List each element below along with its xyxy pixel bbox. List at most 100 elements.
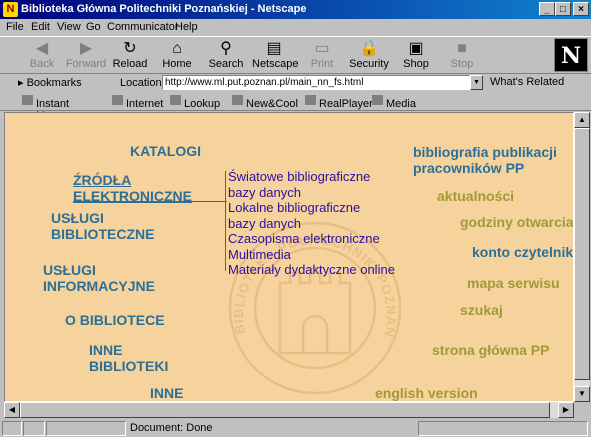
menu-edit[interactable]: Edit	[31, 21, 50, 33]
component-bar	[418, 421, 588, 436]
submenu-link[interactable]: Czasopisma elektroniczne	[228, 231, 395, 247]
menu-communicator[interactable]: Communicator	[107, 21, 179, 33]
stop-label: Stop	[450, 58, 474, 70]
folder-icon	[372, 95, 383, 105]
reload-label: Reload	[112, 58, 148, 70]
menu-view[interactable]: View	[57, 21, 81, 33]
reload-icon: ↻	[123, 40, 137, 57]
shop-label: Shop	[403, 58, 429, 70]
netscape-throbber-icon[interactable]: N	[554, 38, 588, 72]
print-button[interactable]: ▭ Print	[300, 39, 344, 73]
print-label: Print	[310, 58, 334, 70]
lookup-button[interactable]: Lookup	[170, 95, 220, 110]
newcool-label: New&Cool	[246, 98, 298, 110]
title-bar: N Biblioteka Główna Politechniki Poznańs…	[0, 0, 591, 19]
scroll-up-icon[interactable]: ▲	[574, 112, 590, 128]
horizontal-scrollbar[interactable]: ◀ ▶	[4, 402, 574, 418]
submenu-link[interactable]: Światowe bibliograficzne bazy danych	[228, 169, 378, 200]
home-icon: ⌂	[172, 40, 182, 57]
scroll-left-icon[interactable]: ◀	[4, 402, 20, 418]
home-button[interactable]: ⌂ Home	[155, 39, 199, 73]
close-button[interactable]: ×	[573, 2, 589, 16]
back-button[interactable]: ◀ Back	[20, 39, 64, 73]
submenu-link[interactable]: Multimedia	[228, 247, 395, 263]
nav-uslugi-biblioteczne[interactable]: USŁUGI BIBLIOTECZNE	[51, 210, 171, 242]
reload-button[interactable]: ↻ Reload	[108, 39, 152, 73]
realplayer-button[interactable]: RealPlayer	[305, 95, 373, 110]
nav-katalogi[interactable]: KATALOGI	[130, 143, 201, 159]
minimize-button[interactable]: _	[539, 2, 555, 16]
forward-button[interactable]: ▶ Forward	[64, 39, 108, 73]
status-bar: Document: Done	[0, 420, 591, 437]
menu-go[interactable]: Go	[86, 21, 101, 33]
folder-icon	[170, 95, 181, 105]
whats-related-label: What's Related	[490, 76, 565, 88]
nav-konto-czytelnika[interactable]: konto czytelnika	[472, 244, 573, 260]
nav-godziny-otwarcia[interactable]: godziny otwarcia	[460, 214, 573, 230]
menu-bar: File Edit View Go Communicator Help	[0, 19, 591, 36]
instant-message-button[interactable]: Instant Message	[22, 95, 81, 122]
scroll-right-icon[interactable]: ▶	[558, 402, 574, 418]
print-icon: ▭	[314, 40, 330, 57]
security-lock-icon[interactable]	[2, 421, 22, 436]
realplayer-label: RealPlayer	[319, 98, 373, 110]
nav-o-bibliotece[interactable]: O BIBLIOTECE	[65, 312, 165, 328]
nav-szukaj[interactable]: szukaj	[460, 302, 503, 318]
submenu-link[interactable]: Materiały dydaktyczne online	[228, 262, 395, 278]
stop-button[interactable]: ■ Stop	[440, 39, 484, 73]
bookmarks-button[interactable]: ▸ Bookmarks	[18, 76, 82, 89]
folder-icon	[232, 95, 243, 105]
vertical-scrollbar[interactable]: ▲ ▼	[574, 112, 590, 402]
netscape-logo-icon: N	[3, 2, 18, 17]
lookup-label: Lookup	[184, 98, 221, 110]
bookmark-icon	[305, 95, 316, 105]
security-button[interactable]: 🔒 Security	[347, 39, 391, 73]
location-toolbar: ▸ Bookmarks Location: http://www.ml.put.…	[0, 74, 591, 92]
submenu-connector	[73, 201, 227, 202]
menu-help[interactable]: Help	[175, 21, 198, 33]
netscape-button[interactable]: ▤ Netscape	[252, 39, 299, 73]
lock-icon: 🔒	[359, 40, 379, 57]
url-input[interactable]: http://www.ml.put.poznan.pl/main_nn_fs.h…	[162, 75, 470, 90]
url-dropdown-icon[interactable]: ▼	[470, 75, 483, 90]
forward-arrow-icon: ▶	[79, 40, 93, 57]
submenu-links: Światowe bibliograficzne bazy danych Lok…	[228, 169, 395, 278]
status-text: Document: Done	[130, 422, 213, 434]
nav-inne-biblioteki[interactable]: INNE BIBLIOTEKI	[89, 342, 179, 374]
back-arrow-icon: ◀	[35, 40, 49, 57]
bookmark-icon	[112, 95, 123, 105]
netscape-label: Netscape	[252, 58, 299, 70]
horizontal-scroll-thumb[interactable]	[20, 402, 550, 418]
submenu-link[interactable]: Lokalne bibliograficzne bazy danych	[228, 200, 378, 231]
internet-button[interactable]: Internet	[112, 95, 163, 110]
navigation-toolbar: ◀ Back ▶ Forward ↻ Reload ⌂ Home ⚲ Search ▤ Netscap…	[0, 36, 591, 74]
media-button[interactable]: Media	[372, 95, 416, 110]
newcool-button[interactable]: New&Cool	[232, 95, 298, 110]
nav-english-version[interactable]: english version	[375, 385, 478, 401]
security-label: Security	[349, 58, 389, 70]
shop-button[interactable]: ▣ Shop	[394, 39, 438, 73]
media-label: Media	[386, 98, 416, 110]
internet-label: Internet	[126, 98, 164, 110]
search-icon: ⚲	[220, 40, 232, 57]
whats-related-button[interactable]: What's Related	[490, 76, 564, 88]
window-title: Biblioteka Główna Politechniki Poznański…	[21, 3, 307, 15]
search-button[interactable]: ⚲ Search	[204, 39, 248, 73]
nav-strona-glowna-pp[interactable]: strona główna PP	[432, 342, 549, 358]
nav-aktualnosci[interactable]: aktualności	[437, 188, 514, 204]
maximize-button[interactable]: □	[555, 2, 571, 16]
scroll-down-icon[interactable]: ▼	[574, 386, 590, 402]
shop-icon: ▣	[408, 40, 424, 57]
nav-uslugi-informacyjne[interactable]: USŁUGI INFORMACYJNE	[43, 262, 173, 294]
progress-bar	[46, 421, 126, 436]
bookmarks-label: Bookmarks	[26, 77, 82, 89]
menu-file[interactable]: File	[6, 21, 24, 33]
nav-inne[interactable]: INNE	[150, 385, 183, 401]
stop-icon: ■	[457, 40, 467, 57]
nav-mapa-serwisu[interactable]: mapa serwisu	[467, 275, 560, 291]
nav-bibliografia[interactable]: bibliografia publikacji pracowników PP	[413, 144, 573, 176]
back-label: Back	[29, 58, 55, 70]
vertical-scroll-thumb[interactable]	[574, 128, 590, 380]
submenu-divider	[225, 171, 226, 271]
nav-zrodla-elektroniczne[interactable]: ŹRÓDŁA ELEKTRONICZNE	[73, 172, 233, 204]
